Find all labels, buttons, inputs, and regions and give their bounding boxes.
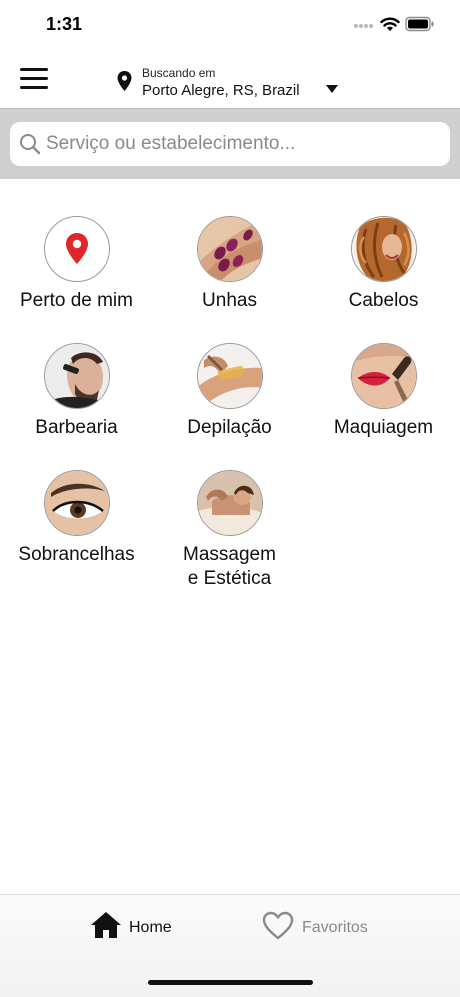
battery-icon (405, 16, 434, 32)
category-depilacao[interactable]: Depilação (153, 343, 306, 440)
home-indicator (148, 980, 313, 985)
search-box[interactable] (10, 122, 450, 166)
massage-photo (196, 470, 263, 536)
search-icon (20, 134, 41, 155)
category-sobrancelhas[interactable]: Sobrancelhas (0, 470, 153, 567)
tab-label: Home (129, 919, 172, 936)
category-cabelos[interactable]: Cabelos (307, 216, 460, 313)
location-selector[interactable]: Porto Alegre, RS, Brazil (142, 82, 300, 99)
search-input[interactable] (46, 122, 442, 166)
menu-button[interactable] (20, 68, 50, 92)
category-perto-de-mim[interactable]: Perto de mim (0, 216, 153, 313)
heart-icon (262, 911, 294, 940)
category-unhas[interactable]: Unhas (153, 216, 306, 313)
barber-photo (43, 343, 110, 409)
category-icon (43, 216, 110, 282)
status-bar: 1:31 (0, 0, 460, 50)
status-time: 1:31 (46, 14, 83, 34)
category-label: Sobrancelhas (18, 544, 135, 565)
search-bar-container (0, 108, 460, 179)
waxing-photo (196, 343, 263, 409)
category-maquiagem[interactable]: Maquiagem (307, 343, 460, 440)
category-label: Depilação (187, 417, 272, 438)
tab-label: Favoritos (302, 919, 368, 936)
wifi-icon (380, 17, 400, 31)
category-label: Perto de mim (20, 290, 133, 311)
category-label: Maquiagem (333, 417, 434, 438)
category-label: Unhas (202, 290, 257, 311)
category-massagem-estetica[interactable]: Massagem e Estética (153, 470, 306, 591)
category-label: Barbearia (35, 417, 118, 438)
category-label: Massagem e Estética (183, 544, 276, 589)
nails-photo (196, 216, 263, 282)
location-pin-icon (65, 233, 88, 264)
hamburger-icon-line (20, 77, 48, 80)
hamburger-icon-line (20, 68, 48, 71)
eyebrow-photo (43, 470, 110, 536)
category-label: Cabelos (348, 290, 419, 311)
cellular-signal-icon (354, 24, 373, 28)
hamburger-icon-line (20, 86, 48, 89)
chevron-down-icon[interactable] (326, 85, 338, 93)
makeup-photo (350, 343, 417, 409)
hair-photo (350, 216, 417, 282)
location-pin-icon (117, 71, 132, 91)
location-caption: Buscando em (142, 66, 216, 80)
app-header: Buscando em Porto Alegre, RS, Brazil (0, 50, 460, 108)
home-icon (91, 912, 121, 938)
category-barbearia[interactable]: Barbearia (0, 343, 153, 440)
